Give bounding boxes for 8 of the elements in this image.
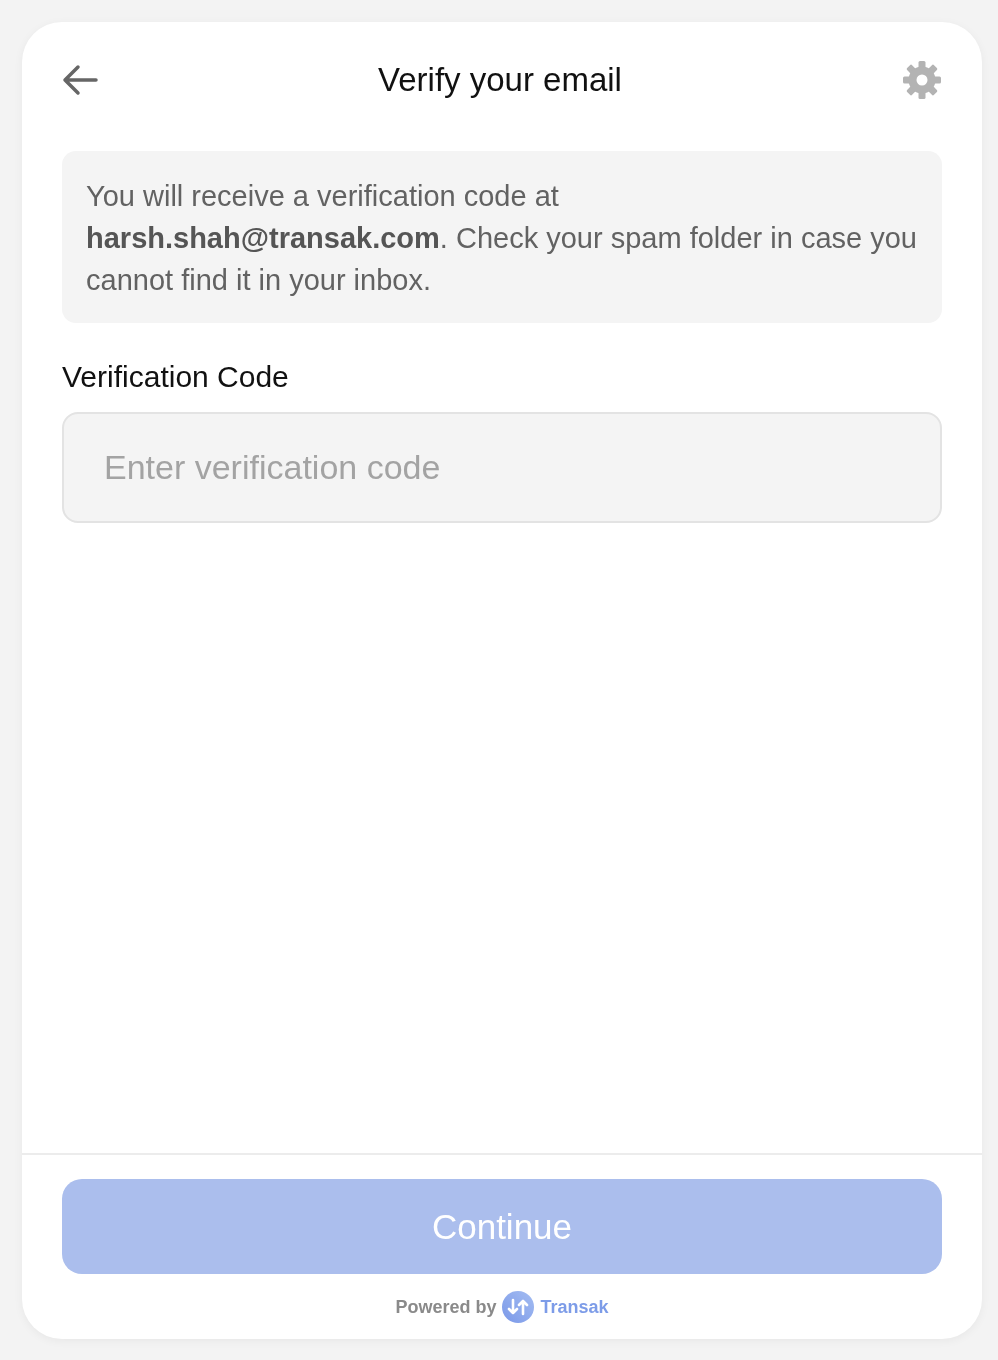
brand-name: Transak [540, 1296, 609, 1318]
page-title: Verify your email [378, 61, 622, 99]
notice-text: You will receive a verification code at harsh.shah@transak.com. Check your spam folder in case you cannot find it in your inbox. [86, 179, 918, 298]
back-arrow-icon[interactable] [62, 64, 98, 96]
logo-icon [502, 1291, 535, 1323]
field-label: Verification Code [62, 361, 289, 393]
powered-by-text: Powered by [395, 1296, 497, 1318]
verification-code-input[interactable]: Enter verification code [62, 412, 942, 523]
